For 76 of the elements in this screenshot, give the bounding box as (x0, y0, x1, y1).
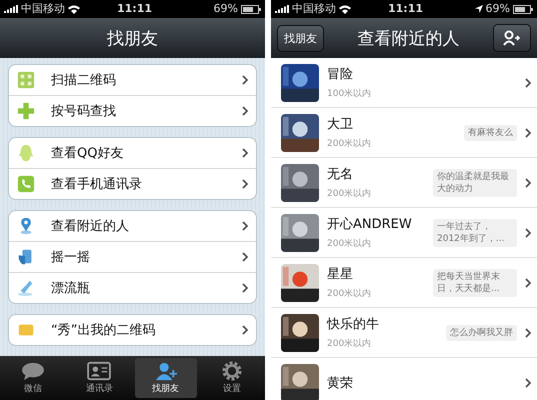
chevron-icon (242, 325, 248, 335)
chevron-icon (242, 106, 248, 116)
chevron-icon (242, 221, 248, 231)
person-row[interactable]: 无名 200米以内 你的温柔就是我最大的动力 (271, 158, 537, 208)
distance-text: 200米以内 (327, 238, 372, 250)
menu-item[interactable]: 查看附近的人 (9, 211, 256, 241)
carrier-text: 中国移动 (292, 3, 336, 15)
distance-text: 200米以内 (327, 338, 372, 350)
clock-text: 11:11 (117, 3, 152, 15)
contact-card-icon (86, 361, 112, 381)
phone-icon (17, 175, 35, 193)
chevron-icon (525, 128, 531, 138)
menu-item[interactable]: 漂流瓶 (9, 272, 256, 303)
signature-text: 有麻将友么 (464, 124, 517, 140)
signature-text: 怎么办啊我又胖 (446, 324, 517, 340)
person-name: 星星 (327, 266, 354, 283)
person-row[interactable]: 冒险 100米以内 (271, 58, 537, 108)
signature-text: 一年过去了，2012年到了，... (433, 218, 517, 246)
chevron-icon (242, 148, 248, 158)
distance-text: 200米以内 (327, 288, 372, 300)
signature-text: 你的温柔就是我最大的动力 (433, 168, 517, 196)
chevron-icon (525, 328, 531, 338)
battery-text: 69% (214, 3, 238, 15)
person-name: 无名 (327, 166, 354, 183)
carrier-text: 中国移动 (21, 3, 65, 15)
battery-icon (241, 4, 261, 14)
chevron-icon (525, 228, 531, 238)
menu-item[interactable]: 扫描二维码 (9, 65, 256, 95)
tab[interactable]: 设置 (200, 358, 263, 398)
person-name: 冒险 (327, 66, 354, 83)
bottle-icon (17, 279, 35, 297)
person-name: 大卫 (327, 116, 354, 133)
tab[interactable]: 找朋友 (134, 358, 197, 398)
chevron-icon (525, 278, 531, 288)
signature-text: 把每天当世界末日，天天都是... (433, 268, 517, 296)
menu-item[interactable]: 摇一摇 (9, 241, 256, 272)
plus-icon (17, 102, 35, 120)
signal-icon (275, 5, 289, 13)
distance-text: 100米以内 (327, 88, 372, 100)
person-arrow-icon (502, 30, 522, 46)
qr-code-icon (17, 71, 35, 89)
clock-text: 11:11 (388, 3, 424, 15)
speech-bubble-icon (20, 361, 46, 381)
person-row[interactable]: 开心ANDREW 200米以内 一年过去了，2012年到了，... (271, 208, 537, 258)
wifi-icon (339, 4, 351, 14)
menu-item[interactable]: “秀”出我的二维码 (9, 315, 256, 345)
wifi-icon (68, 4, 80, 14)
person-row[interactable]: 黄荣 (271, 358, 537, 400)
person-arrow-button[interactable] (493, 24, 531, 52)
back-button[interactable]: 找朋友 (277, 24, 324, 52)
tab[interactable]: 微信 (2, 358, 64, 398)
battery-text: 69% (486, 3, 510, 15)
penguin-icon (17, 144, 35, 162)
tab[interactable]: 通讯录 (68, 358, 130, 398)
chevron-icon (242, 283, 248, 293)
chevron-icon (242, 252, 248, 262)
menu-item[interactable]: 查看手机通讯录 (9, 168, 256, 199)
battery-icon (513, 4, 533, 14)
chevron-icon (525, 178, 531, 188)
menu-item[interactable]: 查看QQ好友 (9, 138, 256, 168)
distance-text: 200米以内 (327, 188, 372, 200)
menu-item[interactable]: 按号码查找 (9, 95, 256, 126)
person-name: 快乐的牛 (327, 316, 380, 333)
chevron-icon (525, 378, 531, 388)
person-row[interactable]: 星星 200米以内 把每天当世界末日，天天都是... (271, 258, 537, 308)
person-name: 开心ANDREW (327, 216, 413, 233)
signal-icon (4, 5, 18, 13)
chevron-icon (242, 179, 248, 189)
person-row[interactable]: 快乐的牛 200米以内 怎么办啊我又胖 (271, 308, 537, 358)
page-title: 找朋友 (107, 28, 158, 50)
chevron-icon (242, 75, 248, 85)
distance-text: 200米以内 (327, 138, 372, 150)
chevron-icon (525, 78, 531, 88)
person-row[interactable]: 大卫 200米以内 有麻将友么 (271, 108, 537, 158)
page-title: 查看附近的人 (358, 28, 460, 50)
person-name: 黄荣 (327, 374, 354, 392)
